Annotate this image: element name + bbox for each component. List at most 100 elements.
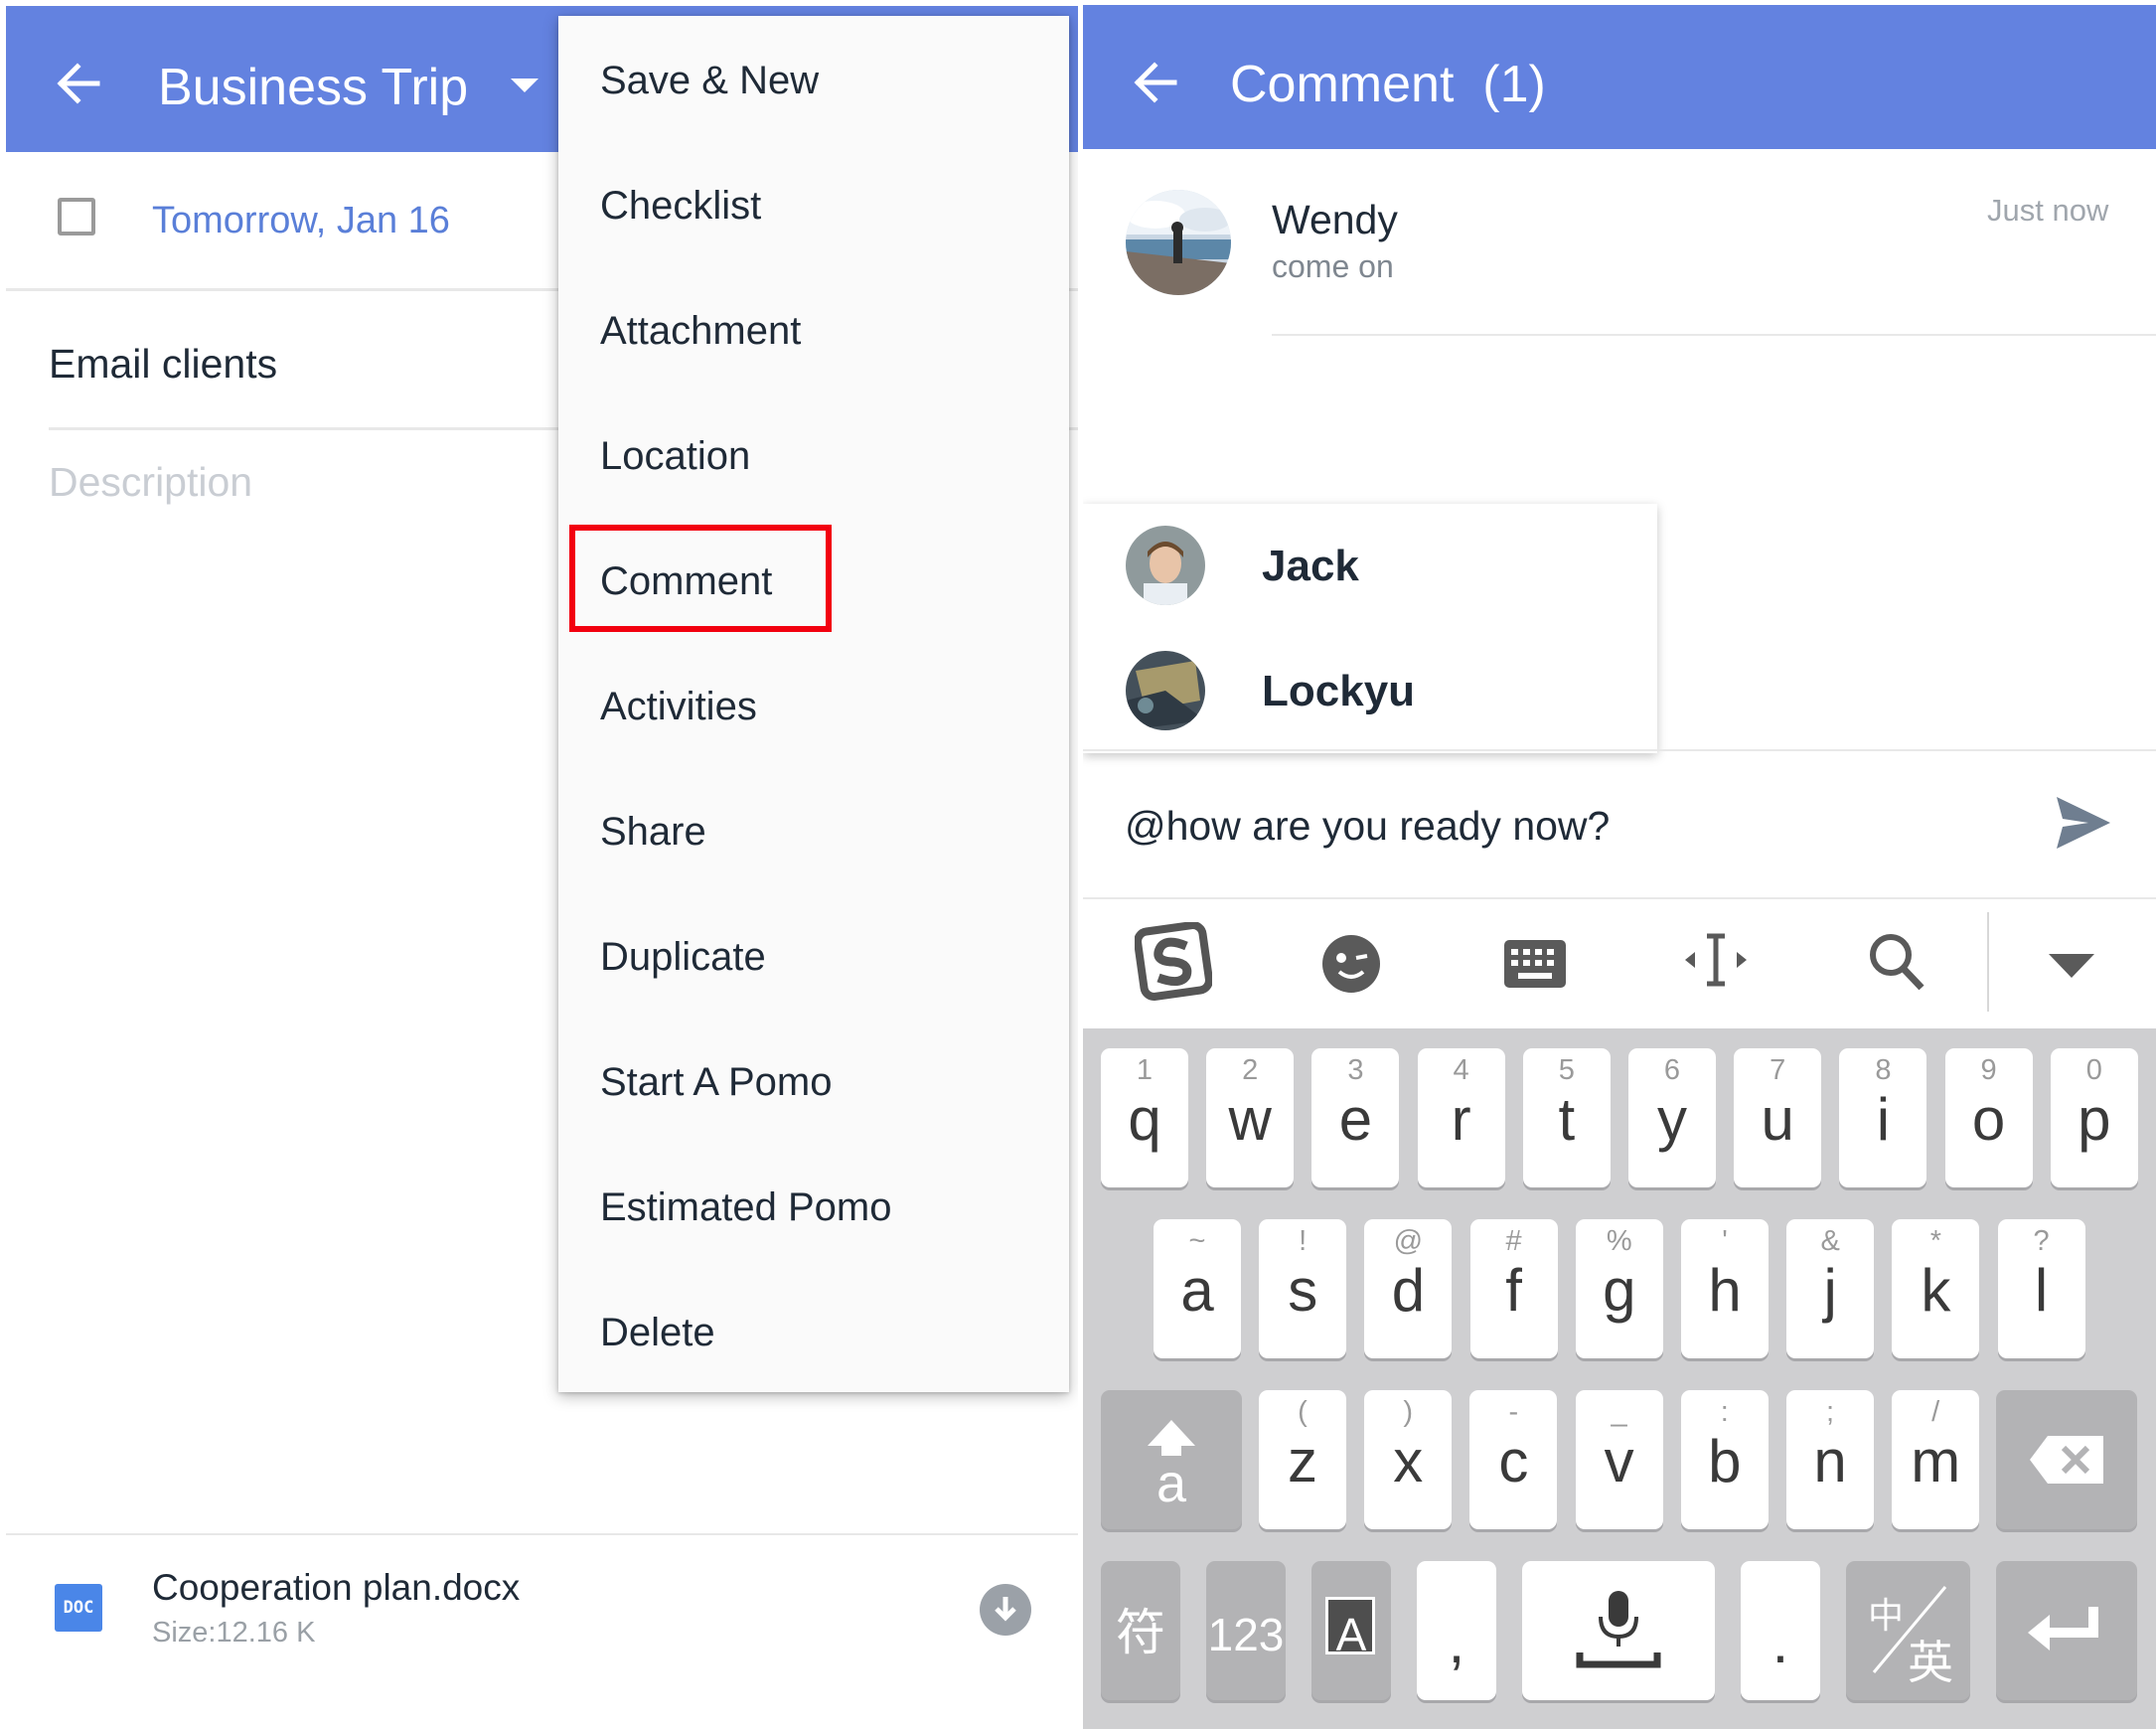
symbols-key[interactable]: 符 (1101, 1561, 1180, 1700)
emoji-icon[interactable] (1321, 934, 1381, 999)
mention-item-jack[interactable]: Jack (1262, 540, 1359, 593)
key-o[interactable]: 9o (1944, 1048, 2033, 1187)
key-v[interactable]: _ v (1575, 1390, 1663, 1529)
key-q[interactable]: 1q (1101, 1048, 1188, 1187)
key-label: u (1761, 1086, 1794, 1153)
key-u[interactable]: 7u (1734, 1048, 1822, 1187)
key-p[interactable]: 0p (2050, 1048, 2138, 1187)
menu-item-attachment[interactable]: Attachment (600, 306, 801, 356)
backspace-key[interactable] (1996, 1390, 2137, 1529)
key-secondary-label: ) (1403, 1396, 1414, 1428)
list-title[interactable]: Business Trip (158, 56, 468, 119)
avatar[interactable] (1126, 651, 1205, 730)
divider (1083, 897, 2156, 899)
key-secondary-label: _ (1611, 1396, 1627, 1428)
menu-item-delete[interactable]: Delete (600, 1308, 715, 1357)
comment-text: come on (1272, 248, 1394, 284)
key-r[interactable]: 4r (1417, 1048, 1505, 1187)
key-m[interactable]: / m (1892, 1390, 1980, 1529)
send-icon[interactable] (2055, 795, 2112, 856)
key-e[interactable]: 3e (1311, 1048, 1400, 1187)
key-label: q (1128, 1086, 1161, 1153)
key-x[interactable]: ) x (1364, 1390, 1453, 1529)
key-l[interactable]: ? l (1997, 1219, 2085, 1358)
key-label: t (1558, 1086, 1576, 1153)
divider (1083, 749, 2156, 751)
menu-item-estimated-pomo[interactable]: Estimated Pomo (600, 1182, 891, 1232)
comment-input[interactable]: @how are you ready now? (1125, 800, 1610, 852)
key-i[interactable]: 8i (1839, 1048, 1927, 1187)
key-c[interactable]: -c (1469, 1390, 1558, 1529)
key-n[interactable]: ; n (1786, 1390, 1874, 1529)
menu-item-checklist[interactable]: Checklist (600, 181, 761, 231)
avatar[interactable] (1126, 190, 1231, 295)
key-secondary-label: 1 (1136, 1054, 1154, 1086)
key-secondary-label: @ (1393, 1225, 1424, 1257)
comment-author: Wendy (1272, 197, 1398, 242)
key-b[interactable]: :b (1680, 1390, 1769, 1529)
key-secondary-label: - (1508, 1396, 1519, 1428)
menu-item-location[interactable]: Location (600, 431, 750, 481)
comment-app-bar: Comment (1) (1083, 5, 2156, 149)
search-icon[interactable] (1868, 932, 1925, 997)
menu-item-activities[interactable]: Activities (600, 682, 757, 731)
key-w[interactable]: 2w (1206, 1048, 1295, 1187)
key-label: h (1708, 1257, 1742, 1324)
task-title[interactable]: Email clients (49, 339, 277, 389)
comma-key[interactable]: , (1417, 1561, 1496, 1700)
numbers-key[interactable]: 123 (1206, 1561, 1286, 1700)
description-field[interactable]: Description (49, 457, 252, 507)
key-label: z (1288, 1428, 1317, 1494)
key-d[interactable]: @ d (1364, 1219, 1453, 1358)
symbols-key-label: 符 (1116, 1605, 1165, 1660)
download-icon[interactable] (980, 1584, 1031, 1636)
key-h[interactable]: ' h (1681, 1219, 1769, 1358)
attachment-size: Size:12.16 K (152, 1617, 316, 1649)
layout-key[interactable]: A (1311, 1561, 1391, 1700)
key-secondary-label: 8 (1875, 1054, 1892, 1086)
language-switch-key[interactable]: 中 英 (1846, 1561, 1970, 1700)
chevron-down-icon[interactable] (511, 79, 539, 92)
comment-screen: Comment (1) Wendy come on Just now Jack (1083, 0, 2156, 1729)
key-j[interactable]: & j (1786, 1219, 1875, 1358)
space-key[interactable] (1522, 1561, 1715, 1700)
menu-item-share[interactable]: Share (600, 807, 706, 857)
key-secondary-label: 2 (1242, 1054, 1259, 1086)
period-key-label: . (1771, 1609, 1789, 1675)
period-key[interactable]: . (1741, 1561, 1820, 1700)
collapse-keyboard-icon[interactable] (2049, 954, 2094, 983)
key-label: s (1288, 1257, 1318, 1324)
key-y[interactable]: 6y (1628, 1048, 1716, 1187)
key-label: b (1708, 1428, 1742, 1494)
key-z[interactable]: (z (1259, 1390, 1346, 1529)
key-a[interactable]: ~ a (1154, 1219, 1241, 1358)
key-label: n (1813, 1428, 1847, 1494)
key-secondary-label: / (1931, 1396, 1940, 1428)
key-k[interactable]: * k (1892, 1219, 1980, 1358)
menu-item-save-new[interactable]: Save & New (600, 56, 819, 105)
avatar[interactable] (1126, 526, 1205, 605)
key-t[interactable]: 5t (1522, 1048, 1611, 1187)
enter-key[interactable] (1996, 1561, 2137, 1700)
mention-item-lockyu[interactable]: Lockyu (1262, 665, 1415, 718)
due-date[interactable]: Tomorrow, Jan 16 (152, 197, 450, 244)
key-g[interactable]: % g (1575, 1219, 1663, 1358)
menu-item-start-pomo[interactable]: Start A Pomo (600, 1057, 832, 1107)
back-arrow-icon[interactable] (56, 61, 101, 111)
key-f[interactable]: # f (1469, 1219, 1558, 1358)
divider (1272, 334, 2156, 336)
key-secondary-label: ? (2033, 1225, 2050, 1257)
keyboard-icon[interactable] (1504, 940, 1566, 993)
attachment-name[interactable]: Cooperation plan.docx (152, 1565, 520, 1611)
key-label: x (1393, 1428, 1424, 1494)
key-s[interactable]: ! s (1259, 1219, 1347, 1358)
task-checkbox[interactable] (58, 198, 95, 236)
menu-item-duplicate[interactable]: Duplicate (600, 932, 766, 982)
shift-key-label: a (1155, 1454, 1187, 1513)
key-secondary-label: 0 (2085, 1054, 2102, 1086)
key-secondary-label: * (1929, 1225, 1942, 1257)
shift-key[interactable]: a (1101, 1390, 1242, 1529)
back-arrow-icon[interactable] (1133, 60, 1178, 110)
cursor-move-icon[interactable] (1683, 930, 1749, 995)
sogou-logo-icon[interactable] (1134, 921, 1213, 1007)
